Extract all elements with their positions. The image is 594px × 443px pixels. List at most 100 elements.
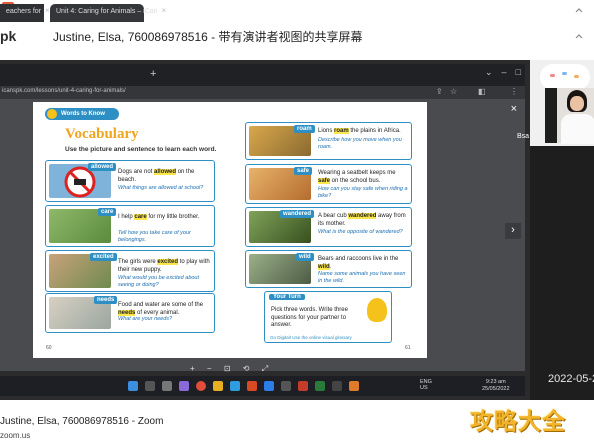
vocab-card-excited: excited The girls were excited to play w… bbox=[45, 250, 215, 292]
menu-icon[interactable]: ⋮ bbox=[510, 87, 518, 96]
vocab-question: Tell how you take care of your belonging… bbox=[118, 230, 191, 243]
word-tag: wandered bbox=[280, 210, 315, 218]
video-border bbox=[545, 88, 557, 143]
vocab-question: What things are allowed at school? bbox=[118, 185, 204, 191]
excel-icon[interactable] bbox=[315, 381, 325, 391]
zoom-share-title: Justine, Elsa, 760086978516 - 带有演讲者视图的共享… bbox=[53, 30, 363, 44]
vocab-question: How can you stay safe when riding a bike… bbox=[318, 186, 408, 199]
vocab-question: Name some animals you have seen in the w… bbox=[318, 271, 406, 284]
task-view-icon[interactable] bbox=[162, 381, 172, 391]
recording-timestamp: 2022-05-2 bbox=[548, 373, 594, 385]
extension-icon[interactable]: ◧ bbox=[478, 87, 486, 96]
address-bar[interactable]: icanspk.com/lessons/unit-4-caring-for-an… bbox=[0, 86, 525, 99]
search-icon[interactable] bbox=[145, 381, 155, 391]
vocab-card-needs: needs Food and water are some of the nee… bbox=[45, 293, 215, 333]
vocab-sentence: I help care for my little brother. bbox=[118, 214, 200, 220]
vocab-card-wandered: wandered A bear cub wandered away from i… bbox=[245, 207, 412, 247]
pdf-toolbar: + − ⊡ ⟲ ⤢ bbox=[190, 364, 278, 374]
tab-label: eachers for bbox=[6, 8, 42, 15]
dropdown-icon[interactable]: ⌄ bbox=[485, 67, 493, 77]
powerpoint-icon[interactable] bbox=[298, 381, 308, 391]
chrome-icon[interactable] bbox=[196, 381, 206, 391]
zoom-out-button[interactable]: − bbox=[207, 364, 212, 373]
vocab-sentence: Dogs are not allowed on the beach. bbox=[118, 169, 195, 183]
teams-icon[interactable] bbox=[179, 381, 189, 391]
start-icon[interactable] bbox=[128, 381, 138, 391]
chevron-up-icon[interactable] bbox=[574, 32, 584, 42]
url-text[interactable]: icanspk.com/lessons/unit-4-caring-for-an… bbox=[2, 88, 126, 94]
rotate-button[interactable]: ⟲ bbox=[243, 364, 250, 373]
zoom-icon[interactable] bbox=[264, 381, 274, 391]
language-indicator[interactable]: ENG US bbox=[420, 379, 432, 391]
zoom-domain: zoom.us bbox=[0, 431, 31, 440]
participant-video[interactable] bbox=[545, 88, 594, 144]
chevron-up-icon[interactable] bbox=[574, 6, 584, 16]
participant-face bbox=[570, 96, 584, 111]
vocab-question: What is the opposite of wandered? bbox=[318, 229, 403, 235]
vocab-sentence: Lions roam the plains in Africa. bbox=[318, 128, 401, 134]
vocab-card-allowed: allowed Dogs are not allowed on the beac… bbox=[45, 160, 215, 202]
browser-tab[interactable]: eachers for × bbox=[0, 4, 50, 22]
vocab-card-safe: safe Wearing a seatbelt keeps me safe on… bbox=[245, 164, 412, 204]
your-turn-title: Your Turn bbox=[269, 294, 305, 300]
windows-taskbar: ENG US 9:23 am 25/05/2022 bbox=[0, 376, 525, 396]
title-fragment: pk bbox=[0, 28, 17, 44]
fullscreen-button[interactable]: ⤢ bbox=[262, 364, 268, 373]
page-number-right: 61 bbox=[405, 345, 411, 351]
mascot-icon bbox=[367, 298, 387, 322]
vocab-card-roam: roam Lions roam the plains in Africa. De… bbox=[245, 122, 412, 160]
maximize-icon[interactable]: □ bbox=[516, 67, 521, 77]
participant-shirt bbox=[561, 114, 594, 144]
instruction-text: Use the picture and sentence to learn ea… bbox=[65, 146, 217, 153]
zoom-in-button[interactable]: + bbox=[190, 364, 195, 373]
zoom-window-title: Justine, Elsa, 760086978516 - Zoom bbox=[0, 416, 164, 427]
word-tag: excited bbox=[90, 253, 117, 261]
edge-icon[interactable] bbox=[230, 381, 240, 391]
system-clock[interactable]: 9:23 am 25/05/2022 bbox=[482, 379, 510, 392]
vocab-sentence: Food and water are some of the needs of … bbox=[118, 302, 204, 316]
browser-tab-bar bbox=[0, 64, 525, 86]
browser-tab-active[interactable]: Unit 4: Caring for Animals – iCan × bbox=[50, 4, 166, 22]
new-tab-button[interactable]: + bbox=[150, 68, 156, 80]
word-tag: needs bbox=[94, 296, 118, 304]
minimize-icon[interactable]: – bbox=[502, 67, 507, 77]
app-icon[interactable] bbox=[332, 381, 342, 391]
cloud-decoration bbox=[540, 64, 590, 90]
your-turn-box: Your Turn Pick three words. Write three … bbox=[264, 291, 392, 343]
words-to-know-badge: Words to Know bbox=[45, 108, 119, 120]
file-explorer-icon[interactable] bbox=[213, 381, 223, 391]
word-tag: roam bbox=[294, 125, 315, 133]
badge-icon bbox=[47, 109, 57, 119]
next-page-button[interactable]: › bbox=[505, 223, 521, 239]
vocab-card-wild: wild Bears and raccoons live in the wild… bbox=[245, 250, 412, 288]
window-controls: ⌄–□× bbox=[476, 67, 535, 78]
page-number-left: 60 bbox=[46, 345, 52, 351]
vocab-question: Describe how you move when you roam. bbox=[318, 137, 402, 150]
close-icon[interactable]: × bbox=[162, 6, 167, 15]
tab-label: Unit 4: Caring for Animals – iCan bbox=[56, 8, 158, 15]
share-icon[interactable]: ⇪ bbox=[436, 87, 443, 96]
your-turn-text: Pick three words. Write three questions … bbox=[271, 307, 348, 328]
word-tag: allowed bbox=[88, 163, 117, 171]
vocab-sentence: Wearing a seatbelt keeps me safe on the … bbox=[318, 170, 396, 184]
go-digital-note: Go Digital! Use the online visual glossa… bbox=[270, 335, 352, 340]
vocab-sentence: Bears and raccoons live in the wild. bbox=[318, 256, 399, 270]
word-tag: care bbox=[98, 208, 117, 216]
fit-page-button[interactable]: ⊡ bbox=[224, 364, 231, 373]
app-icon[interactable] bbox=[281, 381, 291, 391]
office-icon[interactable] bbox=[247, 381, 257, 391]
close-icon[interactable]: × bbox=[45, 6, 50, 15]
vocab-question: What would you be excited about seeing o… bbox=[118, 275, 200, 288]
participant-name: Bsa bbox=[517, 133, 530, 140]
app-icon[interactable] bbox=[349, 381, 359, 391]
word-tag: wild bbox=[296, 253, 314, 261]
vocab-sentence: The girls were excited to play with thei… bbox=[118, 259, 210, 273]
vocab-card-care: care I help care for my little brother. … bbox=[45, 205, 215, 247]
watermark-logo: 攻略大全 bbox=[470, 408, 566, 434]
star-icon[interactable]: ☆ bbox=[450, 87, 457, 96]
word-tag: safe bbox=[294, 167, 313, 175]
page-title: Vocabulary bbox=[65, 126, 139, 142]
vocab-sentence: A bear cub wandered away from its mother… bbox=[318, 213, 406, 227]
close-icon[interactable]: × bbox=[511, 103, 517, 115]
vocab-question: What are your needs? bbox=[118, 316, 173, 322]
